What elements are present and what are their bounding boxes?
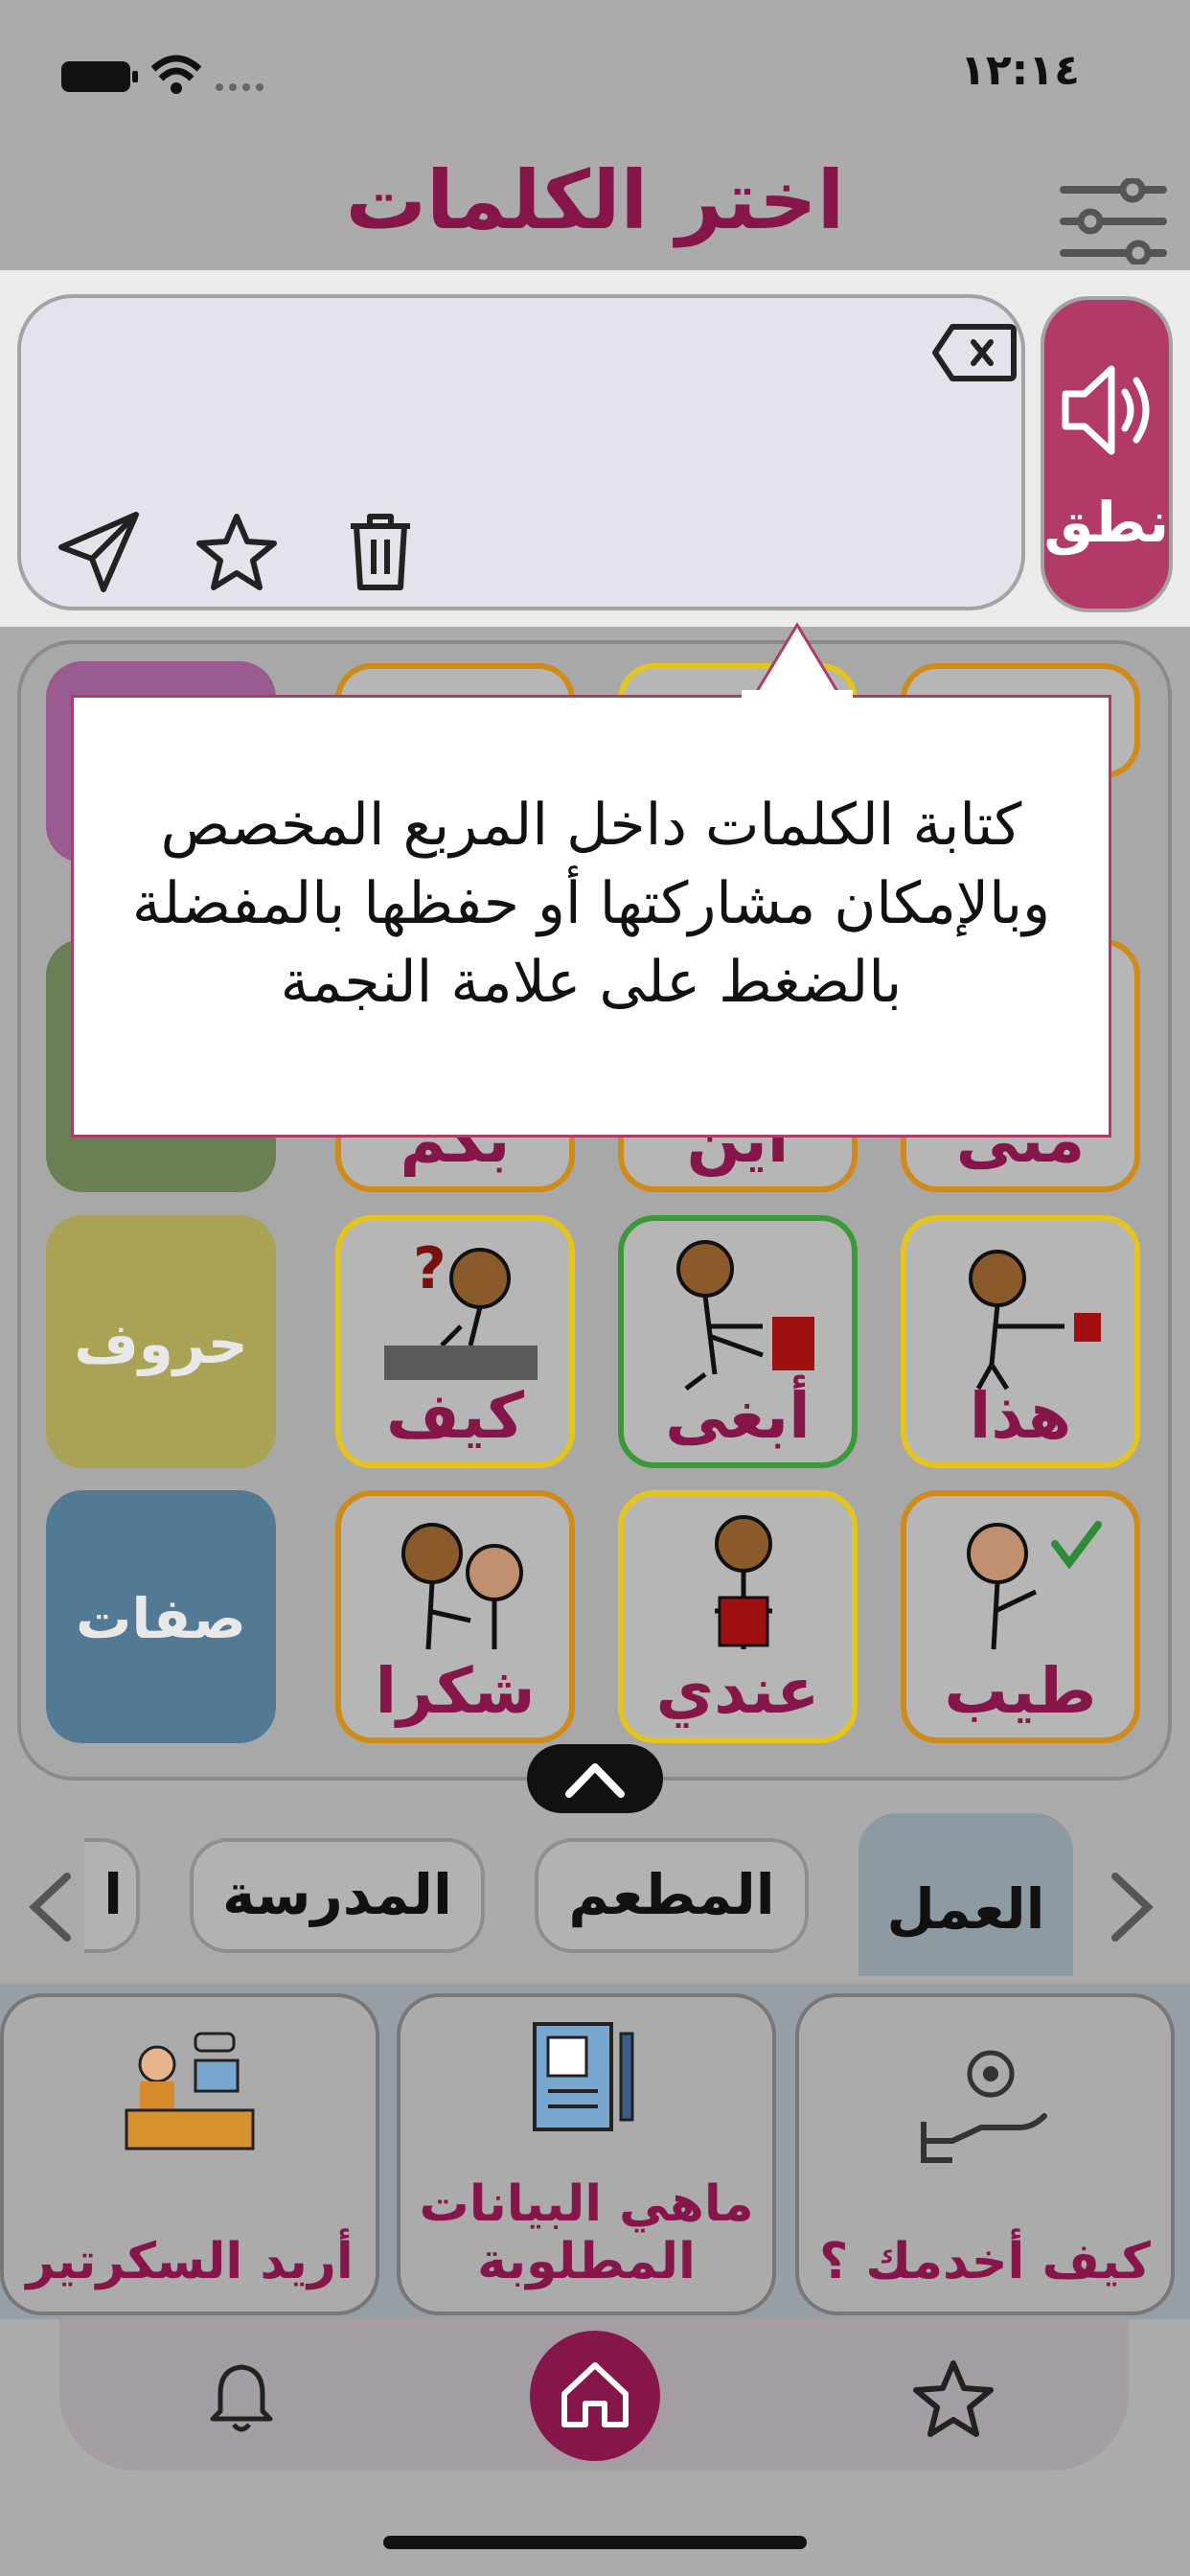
delete-trash-icon[interactable]: [337, 509, 423, 595]
tooltip-arrow-joint: [742, 690, 853, 700]
category-tabs: العمل المطعم المدرسة ا: [0, 1802, 1190, 1976]
document-form-icon: [533, 2022, 634, 2131]
thanks-pictogram-icon: [401, 1523, 523, 1650]
tooltip-arrow: [751, 622, 843, 698]
ok-pictogram-icon: [967, 1521, 1102, 1650]
phrase-label: ماهي البيانات المطلوبة: [400, 2175, 772, 2290]
notification-bell-icon[interactable]: [203, 2359, 280, 2436]
svg-text:?: ?: [413, 1235, 446, 1302]
want-pictogram-icon: [676, 1240, 814, 1391]
phrase-secretary[interactable]: أريد السكرتير: [0, 1993, 379, 2315]
word-label: أبغى: [665, 1379, 811, 1453]
signal-icon: [216, 83, 263, 91]
word-tile-this[interactable]: هذا: [901, 1215, 1140, 1468]
word-label: شكرا: [375, 1654, 536, 1728]
favorites-star-icon[interactable]: [910, 2358, 996, 2444]
favorite-star-icon[interactable]: [194, 511, 280, 597]
tab-partial[interactable]: ا: [84, 1838, 140, 1953]
category-tile-adjectives[interactable]: صفات: [46, 1490, 276, 1743]
word-label: طيب: [944, 1654, 1097, 1728]
home-button[interactable]: [530, 2331, 660, 2461]
word-tile-ok[interactable]: طيب: [901, 1490, 1140, 1743]
tab-school[interactable]: المدرسة: [190, 1838, 485, 1953]
speak-label: نطق: [1043, 490, 1169, 555]
word-tile-how[interactable]: ? كيف: [335, 1215, 575, 1468]
tooltip-line: وبالإمكان مشاركتها أو حفظها بالمفضلة: [131, 870, 1051, 937]
word-label: هذا: [969, 1379, 1072, 1453]
battery-icon: [61, 61, 138, 92]
clear-text-icon[interactable]: [931, 321, 1018, 384]
tab-restaurant[interactable]: المطعم: [535, 1838, 809, 1953]
home-icon: [561, 2362, 629, 2427]
this-pictogram-icon: [969, 1250, 1101, 1391]
tab-work[interactable]: العمل: [858, 1813, 1073, 1976]
speak-button[interactable]: نطق: [1041, 296, 1173, 612]
phrase-label: أريد السكرتير: [26, 2233, 354, 2290]
send-icon[interactable]: [56, 509, 142, 595]
speaker-icon: [1062, 365, 1150, 455]
how-pictogram-icon: ?: [384, 1235, 538, 1380]
word-label: كيف: [386, 1379, 524, 1453]
status-bar: ١٢:١٤: [0, 0, 1190, 144]
category-tile-letters[interactable]: حروف: [46, 1215, 276, 1468]
word-label: عندي: [655, 1654, 820, 1728]
chevron-right-icon[interactable]: [1102, 1869, 1159, 1945]
phrase-line: ماهي البيانات: [419, 2175, 754, 2233]
chevron-left-icon[interactable]: [23, 1869, 80, 1945]
have-pictogram-icon: [715, 1515, 772, 1649]
tutorial-tooltip[interactable]: كتابة الكلمات داخل المربع المخصص وبالإمك…: [71, 695, 1111, 1138]
message-input[interactable]: [17, 294, 1025, 610]
phrase-line: المطلوبة: [477, 2233, 696, 2290]
page-title: اختر الكلمات: [345, 153, 845, 247]
chevron-up-icon: [565, 1763, 625, 1798]
category-label: صفات: [76, 1586, 246, 1651]
status-time: ١٢:١٤: [959, 46, 1080, 95]
service-hand-gear-icon: [921, 2050, 1047, 2163]
phrase-data-required[interactable]: ماهي البيانات المطلوبة: [397, 1993, 776, 2315]
tooltip-text: كتابة الكلمات داخل المربع المخصص وبالإمك…: [93, 786, 1089, 1022]
word-tile-want[interactable]: أبغى: [618, 1215, 858, 1468]
filter-settings-icon[interactable]: [1056, 178, 1171, 264]
word-tile-have[interactable]: عندي: [618, 1490, 858, 1743]
tooltip-line: بالضغط على علامة النجمة: [280, 949, 903, 1016]
wifi-icon: [150, 55, 202, 94]
phrase-how-serve[interactable]: كيف أخدمك ؟: [795, 1993, 1175, 2315]
category-label: حروف: [74, 1311, 248, 1376]
word-tile-thanks[interactable]: شكرا: [335, 1490, 575, 1743]
home-indicator: [383, 2536, 807, 2549]
tooltip-line: كتابة الكلمات داخل المربع المخصص: [160, 792, 1022, 859]
secretary-desk-icon: [125, 2032, 255, 2150]
app-header: اختر الكلمات: [0, 144, 1190, 268]
phrase-label: كيف أخدمك ؟: [819, 2233, 1151, 2290]
